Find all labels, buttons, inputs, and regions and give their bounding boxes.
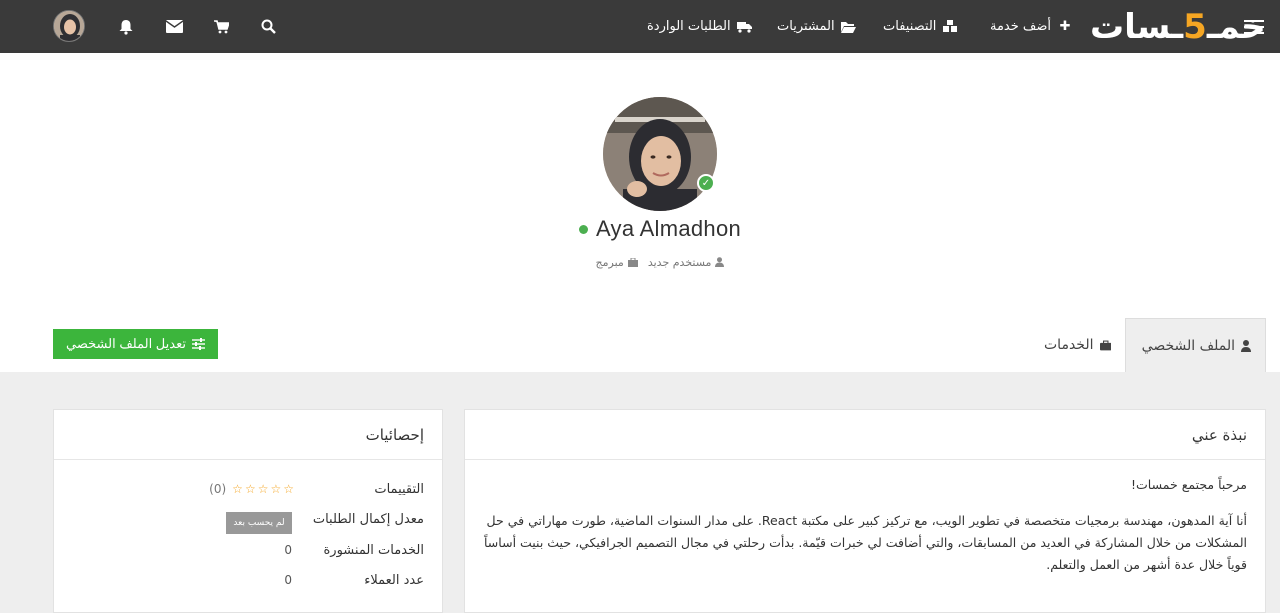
user-role: مبرمج bbox=[596, 256, 638, 269]
profile-name-row: Aya Almadhon bbox=[560, 214, 760, 244]
edit-profile-label: تعديل الملف الشخصي bbox=[66, 336, 186, 351]
ratings-label: التقييمات bbox=[374, 482, 424, 497]
categories-label: التصنيفات bbox=[883, 19, 937, 34]
about-panel: نبذة عني مرحباً مجتمع خمسات! أنا آية الم… bbox=[464, 409, 1266, 613]
stats-body: التقييمات (0) ☆ ☆ ☆ ☆ ☆ معدل إكمال الطلب… bbox=[54, 460, 442, 612]
online-status-dot bbox=[578, 224, 588, 234]
user-type-label: مستخدم جديد bbox=[647, 255, 712, 269]
tab-services[interactable]: الخدمات bbox=[1030, 318, 1125, 372]
avatar-image bbox=[54, 11, 84, 41]
completion-badge: لم يحسب بعد bbox=[226, 512, 292, 534]
user-icon bbox=[1241, 339, 1251, 352]
stat-published: الخدمات المنشورة 0 bbox=[54, 543, 442, 565]
logo-text: خمـ5ـسات bbox=[1090, 6, 1267, 47]
star-icon: ☆ bbox=[257, 482, 269, 496]
clients-label: عدد العملاء bbox=[364, 573, 424, 588]
published-label: الخدمات المنشورة bbox=[323, 543, 425, 558]
stat-clients: عدد العملاء 0 bbox=[54, 573, 442, 595]
tab-profile-label: الملف الشخصي bbox=[1141, 337, 1235, 354]
about-greeting: مرحباً مجتمع خمسات! bbox=[1131, 477, 1247, 492]
stat-ratings: التقييمات (0) ☆ ☆ ☆ ☆ ☆ bbox=[54, 482, 442, 504]
verified-badge: ✓ bbox=[697, 174, 715, 192]
clients-value: 0 bbox=[284, 573, 292, 587]
published-value: 0 bbox=[284, 543, 292, 557]
about-title: نبذة عني bbox=[465, 410, 1265, 460]
stat-completion: معدل إكمال الطلبات لم يحسب بعد bbox=[54, 512, 442, 534]
truck-icon bbox=[737, 19, 753, 35]
bell-icon bbox=[119, 19, 133, 35]
add-service-link[interactable]: ✚ أضف خدمة bbox=[990, 0, 1073, 53]
notifications-button[interactable] bbox=[115, 0, 137, 53]
search-button[interactable] bbox=[257, 0, 279, 53]
user-avatar[interactable] bbox=[53, 10, 85, 42]
completion-label: معدل إكمال الطلبات bbox=[312, 512, 424, 527]
messages-button[interactable] bbox=[163, 0, 185, 53]
add-service-label: أضف خدمة bbox=[990, 19, 1052, 34]
tab-services-label: الخدمات bbox=[1044, 337, 1094, 353]
star-icon: ☆ bbox=[270, 482, 282, 496]
cart-icon bbox=[213, 19, 229, 33]
search-icon bbox=[261, 19, 276, 34]
user-type: مستخدم جديد bbox=[648, 256, 725, 269]
star-icon: ☆ bbox=[232, 482, 243, 496]
incoming-orders-link[interactable]: الطلبات الواردة bbox=[647, 0, 753, 53]
ratings-count: (0) bbox=[209, 482, 227, 496]
categories-link[interactable]: التصنيفات bbox=[883, 0, 958, 53]
purchases-link[interactable]: المشتريات bbox=[777, 0, 857, 53]
user-role-label: مبرمج bbox=[595, 255, 624, 269]
tab-profile[interactable]: الملف الشخصي bbox=[1125, 318, 1266, 372]
profile-avatar bbox=[603, 97, 717, 211]
profile-meta: مستخدم جديد مبرمج bbox=[560, 252, 760, 272]
cubes-icon bbox=[942, 19, 958, 35]
about-paragraph: أنا آية المدهون، مهندسة برمجيات متخصصة ف… bbox=[484, 513, 1247, 572]
site-logo[interactable]: خمـ5ـسات bbox=[1090, 0, 1267, 53]
incoming-orders-label: الطلبات الواردة bbox=[647, 19, 731, 34]
about-content: مرحباً مجتمع خمسات! أنا آية المدهون، مهن… bbox=[465, 460, 1265, 576]
star-icon: ☆ bbox=[244, 482, 256, 496]
star-icon: ☆ bbox=[283, 482, 294, 496]
cart-button[interactable] bbox=[210, 0, 232, 53]
edit-profile-button[interactable]: تعديل الملف الشخصي bbox=[53, 329, 218, 359]
stats-title: إحصائيات bbox=[54, 410, 442, 460]
purchases-label: المشتريات bbox=[777, 19, 835, 34]
user-icon bbox=[715, 257, 725, 267]
briefcase-icon bbox=[1099, 340, 1111, 350]
profile-name: Aya Almadhon bbox=[595, 216, 742, 241]
sliders-icon bbox=[191, 338, 205, 350]
check-icon: ✓ bbox=[701, 177, 711, 189]
stats-panel: إحصائيات التقييمات (0) ☆ ☆ ☆ ☆ ☆ معدل إك… bbox=[53, 409, 443, 613]
folder-open-icon bbox=[841, 19, 857, 35]
envelope-icon bbox=[165, 20, 183, 33]
briefcase-icon bbox=[627, 257, 638, 267]
top-navbar: خمـ5ـسات ✚ أضف خدمة التصنيفات المشتريات … bbox=[0, 0, 1280, 53]
rating-stars: (0) ☆ ☆ ☆ ☆ ☆ bbox=[144, 482, 294, 496]
profile-photo bbox=[603, 97, 717, 211]
plus-icon: ✚ bbox=[1059, 19, 1071, 34]
